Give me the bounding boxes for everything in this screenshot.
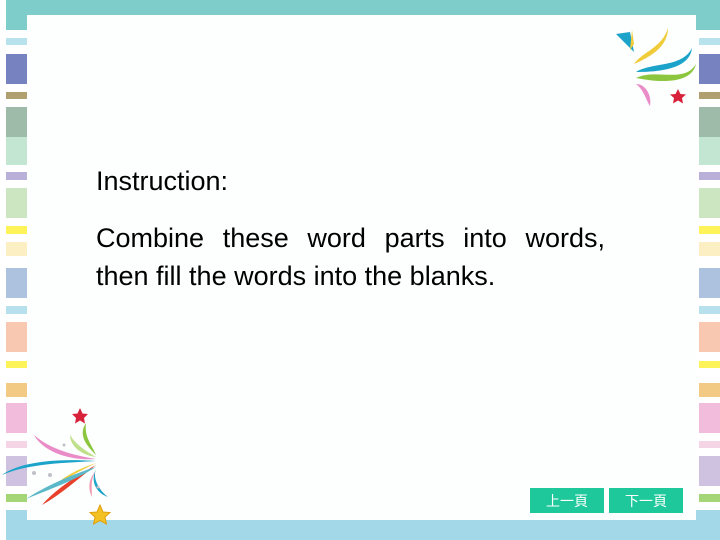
stripe: [6, 107, 27, 137]
stripe: [699, 107, 720, 137]
previous-page-button[interactable]: 上一頁: [530, 488, 604, 513]
gold-star-icon: [88, 503, 112, 525]
stripe: [6, 92, 27, 99]
instruction-title: Instruction:: [96, 166, 229, 196]
stripe: [6, 268, 27, 298]
stripe: [699, 306, 720, 314]
stripe: [6, 54, 27, 84]
stripe: [6, 383, 27, 397]
bottom-right-corner-block: [696, 510, 720, 540]
sparkle-dot: [96, 485, 100, 489]
stripe: [699, 38, 720, 45]
stripe: [6, 172, 27, 180]
top-left-corner-block: [6, 0, 27, 30]
stripe: [699, 188, 720, 218]
sparkle-dot: [48, 473, 52, 477]
stripe: [699, 322, 720, 352]
ribbon-pink: [636, 84, 651, 106]
stripe: [699, 441, 720, 448]
stripe: [699, 137, 720, 165]
next-page-button[interactable]: 下一頁: [609, 488, 683, 513]
stripe: [6, 137, 27, 165]
stripe: [699, 361, 720, 368]
stripe: [699, 54, 720, 84]
stripe: [699, 172, 720, 180]
ribbon-yellow: [634, 28, 668, 64]
stripe: [6, 188, 27, 218]
stripe: [6, 38, 27, 45]
sparkle-dot: [62, 443, 66, 447]
ribbon-burst-decoration-bottom-left: [2, 408, 112, 525]
red-star-icon: [72, 408, 88, 424]
ribbon-teal: [636, 48, 692, 72]
ribbon-blue-small: [93, 469, 108, 497]
stripe: [6, 242, 27, 256]
ribbon-teal: [26, 467, 96, 499]
stripe: [6, 226, 27, 234]
instruction-block: Instruction: Combine these word parts in…: [96, 163, 605, 295]
top-border-bar: [6, 0, 720, 15]
instruction-body: Combine these word parts into words, the…: [96, 223, 605, 291]
stripe: [6, 306, 27, 314]
red-star-icon: [670, 89, 686, 104]
stripe: [699, 494, 720, 502]
sparkle-dot: [32, 471, 36, 475]
stripe: [699, 226, 720, 234]
stripe: [699, 242, 720, 256]
bottom-border-bar: [6, 520, 720, 540]
ribbon-light-green: [70, 435, 96, 457]
stripe: [699, 456, 720, 486]
stripe: [6, 322, 27, 352]
stripe: [699, 92, 720, 99]
stripe: [699, 268, 720, 298]
stripe: [699, 403, 720, 433]
ribbon-burst-decoration-top-right: [616, 28, 696, 106]
stripe: [6, 361, 27, 368]
stripe: [699, 383, 720, 397]
